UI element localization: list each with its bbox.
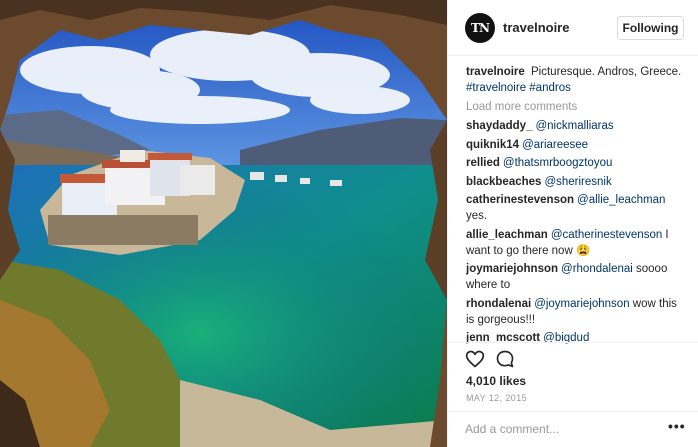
comment-username[interactable]: joymariejohnson — [466, 263, 558, 275]
post-date: MAY 12, 2015 — [466, 393, 528, 403]
post-actions: 4,010 likes MAY 12, 2015 ••• — [448, 342, 698, 446]
comment-mention[interactable]: @thatsmrboogztoyou — [503, 157, 612, 169]
comment-row: joymariejohnson @rhondalenai soooo where … — [466, 261, 688, 293]
comment-row: allie_leachman @catherinestevenson I want… — [466, 227, 688, 259]
add-comment-bar: ••• — [448, 411, 698, 447]
caption-text: Picturesque. Andros, Greece. — [531, 66, 682, 78]
comment-username[interactable]: rellied — [466, 157, 500, 169]
more-options-icon[interactable]: ••• — [668, 418, 686, 434]
comment-username[interactable]: quiknik14 — [466, 139, 519, 151]
comment-mention[interactable]: @sheriresnik — [544, 176, 611, 188]
comment-row: shaydaddy_ @nickmalliaras — [466, 118, 688, 134]
comment-row: quiknik14 @ariareesee — [466, 137, 688, 153]
comment-text: yes. — [466, 210, 488, 222]
heart-icon[interactable] — [465, 349, 485, 369]
comment-mention[interactable]: @allie_leachman — [577, 194, 665, 206]
comment-mention[interactable]: @ariareesee — [522, 139, 588, 151]
add-comment-input[interactable] — [465, 420, 645, 438]
comment-username[interactable]: catherinestevenson — [466, 194, 574, 206]
caption-hashtags[interactable]: #travelnoire #andros — [466, 82, 571, 94]
comment-row: rellied @thatsmrboogztoyou — [466, 155, 688, 171]
comment-username[interactable]: blackbeaches — [466, 176, 541, 188]
comment-username[interactable]: shaydaddy_ — [466, 120, 532, 132]
following-button[interactable]: Following — [617, 16, 684, 40]
comment-mention[interactable]: @rhondalenai — [561, 263, 633, 275]
comments-section: travelnoire Picturesque. Andros, Greece.… — [466, 64, 688, 344]
comment-row: blackbeaches @sheriresnik — [466, 174, 688, 190]
likes-count[interactable]: 4,010 likes — [466, 374, 526, 388]
comment-username[interactable]: rhondalenai — [466, 298, 531, 310]
comment-list: shaydaddy_ @nickmalliaras quiknik14 @ariare… — [466, 118, 688, 344]
post-details-panel: TN travelnoire Following travelnoire Pic… — [447, 0, 698, 447]
comment-row: catherinestevenson @allie_leachman yes. — [466, 192, 688, 224]
comment-bubble-icon[interactable] — [495, 349, 515, 369]
load-more-comments-link[interactable]: Load more comments — [466, 99, 688, 115]
comment-username[interactable]: allie_leachman — [466, 229, 548, 241]
post-photo[interactable] — [0, 0, 447, 447]
post-header: TN travelnoire Following — [448, 0, 698, 56]
comment-row: rhondalenai @joymariejohnson wow this is … — [466, 296, 688, 328]
post-username[interactable]: travelnoire — [503, 20, 569, 35]
post-photo-illustration — [0, 0, 447, 447]
comment-mention[interactable]: @nickmalliaras — [535, 120, 613, 132]
caption-username[interactable]: travelnoire — [466, 66, 525, 78]
comment-mention[interactable]: @catherinestevenson — [551, 229, 662, 241]
post-caption: travelnoire Picturesque. Andros, Greece.… — [466, 64, 688, 96]
comment-mention[interactable]: @joymariejohnson — [534, 298, 629, 310]
avatar[interactable]: TN — [465, 13, 495, 43]
